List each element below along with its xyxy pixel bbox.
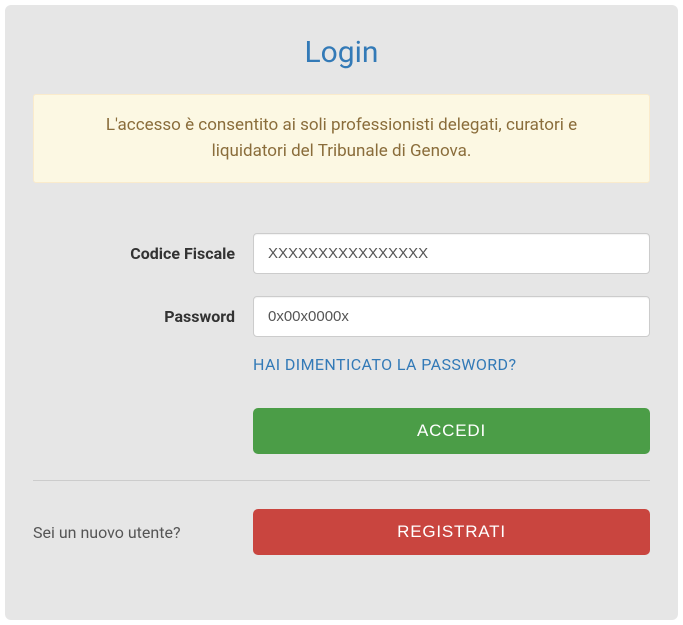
codice-fiscale-label: Codice Fiscale [33, 244, 253, 263]
login-button-row: ACCEDI [33, 408, 650, 454]
forgot-link-row: HAI DIMENTICATO LA PASSWORD? [33, 355, 650, 374]
register-row: Sei un nuovo utente? REGISTRATI [33, 509, 650, 555]
divider [33, 480, 650, 481]
login-card: Login L'accesso è consentito ai soli pro… [5, 5, 678, 620]
password-row: Password [33, 296, 650, 337]
register-button-wrap: REGISTRATI [253, 509, 650, 555]
codice-fiscale-row: Codice Fiscale [33, 233, 650, 274]
page-title: Login [33, 35, 650, 70]
register-button[interactable]: REGISTRATI [253, 509, 650, 555]
password-label: Password [33, 307, 253, 326]
login-button[interactable]: ACCEDI [253, 408, 650, 454]
access-notice: L'accesso è consentito ai soli professio… [33, 94, 650, 183]
forgot-password-link[interactable]: HAI DIMENTICATO LA PASSWORD? [253, 355, 516, 374]
password-input[interactable] [253, 296, 650, 337]
codice-fiscale-input[interactable] [253, 233, 650, 274]
register-prompt: Sei un nuovo utente? [33, 523, 253, 542]
